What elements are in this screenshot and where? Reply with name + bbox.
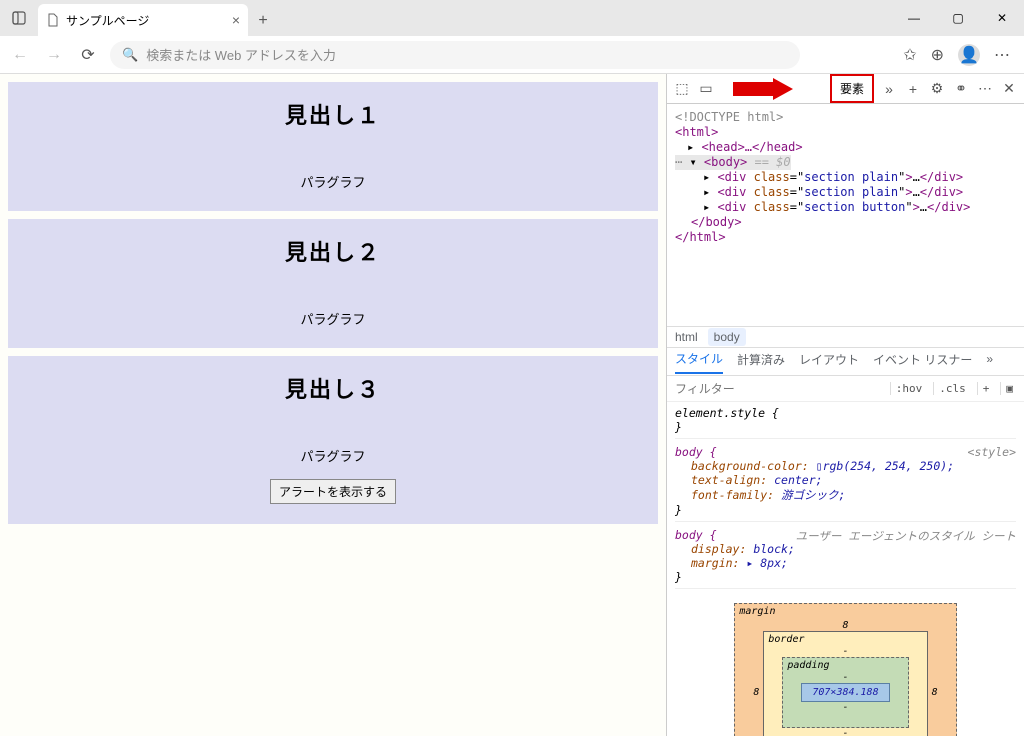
window-titlebar: サンプルページ × + — ▢ ✕ (0, 0, 1024, 36)
omnibox-placeholder: 検索または Web アドレスを入力 (146, 45, 336, 64)
devtools-toolbar: ⬚ ▭ 要素 » + ⚙ ⚭ ⋯ ✕ (667, 74, 1024, 104)
window-maximize-button[interactable]: ▢ (936, 0, 980, 36)
tab-actions-button[interactable] (0, 0, 38, 36)
search-icon: 🔍 (122, 47, 138, 63)
plus-icon[interactable]: + (904, 81, 922, 97)
tab-more[interactable]: » (986, 352, 993, 371)
settings-icon[interactable]: ⚙ (928, 80, 946, 97)
section-1: 見出し１ パラグラフ (8, 82, 658, 211)
link-icon[interactable]: ⚭ (952, 80, 970, 97)
new-tab-button[interactable]: + (248, 6, 278, 36)
forward-button[interactable]: → (42, 46, 66, 64)
styles-filter-row: :hov .cls + ▣ (667, 376, 1024, 402)
profile-button[interactable]: 👤 (958, 44, 980, 66)
tab-computed[interactable]: 計算済み (737, 351, 785, 373)
dom-tree[interactable]: <!DOCTYPE html> <html> ▸ <head>…</head> … (667, 104, 1024, 326)
inspect-icon[interactable]: ⬚ (673, 80, 691, 97)
back-button[interactable]: ← (8, 46, 32, 64)
paragraph-1: パラグラフ (16, 172, 650, 191)
url-bar: ← → ⟳ 🔍 検索または Web アドレスを入力 ✩ ⊕ 👤 ⋯ (0, 36, 1024, 74)
paragraph-2: パラグラフ (16, 309, 650, 328)
breadcrumb-body[interactable]: body (708, 328, 746, 346)
page-content: 見出し１ パラグラフ 見出し２ パラグラフ 見出し３ パラグラフ アラートを表示… (0, 74, 666, 736)
breadcrumb[interactable]: html body (667, 326, 1024, 348)
tab-title: サンプルページ (66, 12, 149, 29)
overflow-icon[interactable]: ⋯ (976, 80, 994, 97)
styles-tabs: スタイル 計算済み レイアウト イベント リスナー » (667, 348, 1024, 376)
section-2: 見出し２ パラグラフ (8, 219, 658, 348)
new-rule-button[interactable]: + (977, 382, 995, 395)
heading-2: 見出し２ (16, 235, 650, 267)
more-tabs-icon[interactable]: » (880, 81, 898, 97)
window-minimize-button[interactable]: — (892, 0, 936, 36)
hov-toggle[interactable]: :hov (890, 382, 928, 395)
favorites-button[interactable]: ✩ (903, 45, 916, 65)
annotation-arrow (733, 78, 793, 103)
paragraph-3: パラグラフ (16, 446, 650, 465)
tab-listeners[interactable]: イベント リスナー (873, 351, 972, 373)
document-icon (46, 13, 60, 27)
styles-body[interactable]: element.style {} <style> body { backgrou… (667, 402, 1024, 736)
device-icon[interactable]: ▭ (697, 80, 715, 97)
tab-styles[interactable]: スタイル (675, 350, 723, 374)
styles-filter-input[interactable] (667, 382, 890, 396)
heading-3: 見出し３ (16, 372, 650, 404)
box-model: margin 8 8 border - padding - 707×384.18… (675, 595, 1016, 736)
window-close-button[interactable]: ✕ (980, 0, 1024, 36)
alert-button[interactable]: アラートを表示する (270, 479, 396, 504)
browser-tab[interactable]: サンプルページ × (38, 4, 248, 36)
breadcrumb-html[interactable]: html (675, 330, 698, 344)
computed-toggle-icon[interactable]: ▣ (1000, 382, 1018, 395)
elements-tab[interactable]: 要素 (830, 74, 874, 103)
tab-layout[interactable]: レイアウト (799, 351, 859, 373)
collections-button[interactable]: ⊕ (931, 45, 944, 65)
devtools-panel: ⬚ ▭ 要素 » + ⚙ ⚭ ⋯ ✕ <!DOCTYPE html> <html… (666, 74, 1024, 736)
tab-close-button[interactable]: × (232, 12, 240, 28)
cls-toggle[interactable]: .cls (933, 382, 971, 395)
section-3: 見出し３ パラグラフ アラートを表示する (8, 356, 658, 524)
heading-1: 見出し１ (16, 98, 650, 130)
menu-button[interactable]: ⋯ (994, 45, 1010, 65)
omnibox[interactable]: 🔍 検索または Web アドレスを入力 (110, 41, 800, 69)
reload-button[interactable]: ⟳ (76, 45, 100, 65)
close-devtools-icon[interactable]: ✕ (1000, 80, 1018, 97)
